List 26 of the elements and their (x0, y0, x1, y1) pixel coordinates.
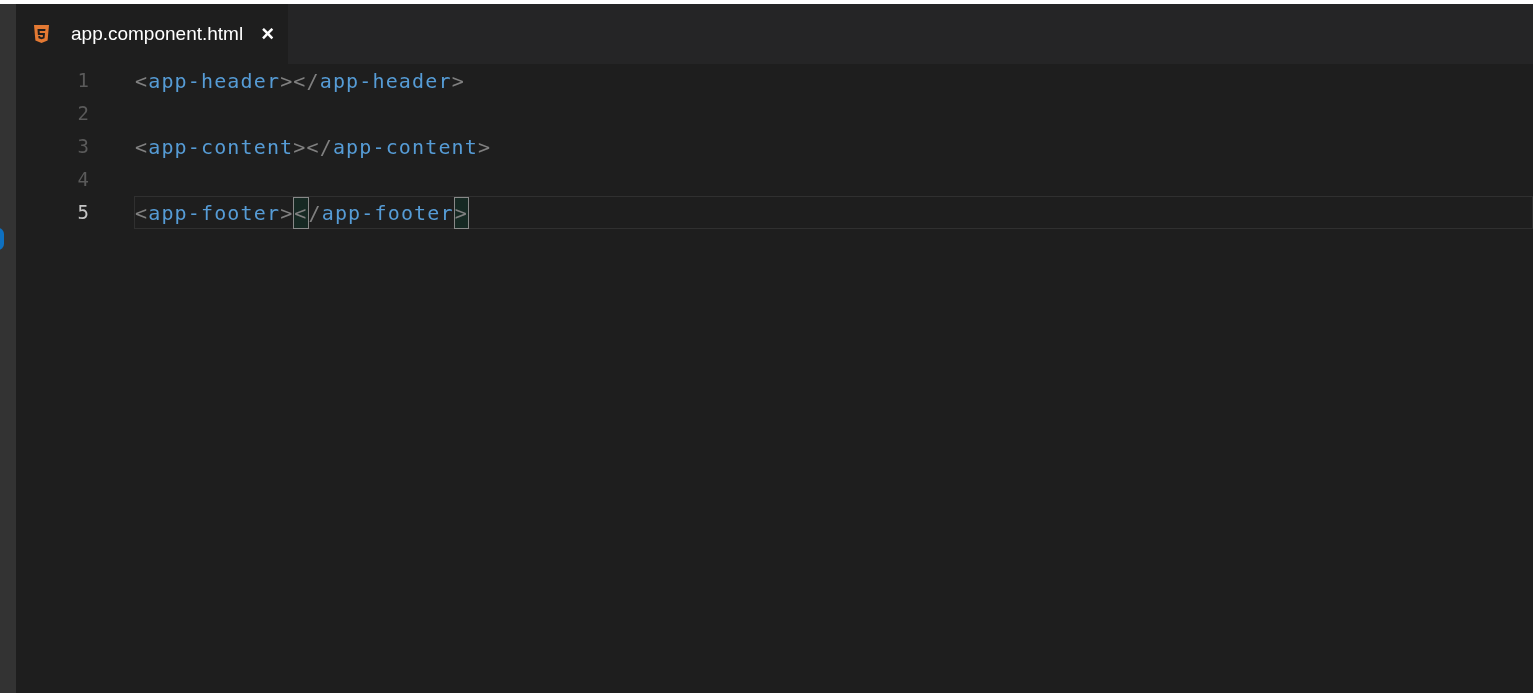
line-number: 5 (76, 200, 89, 226)
tag-name: app-content (148, 133, 294, 161)
line-number: 4 (76, 167, 89, 193)
line-number: 3 (76, 134, 89, 160)
bracket: ></ (280, 67, 320, 95)
tag-name: app-header (319, 67, 452, 95)
tag-name: app-header (148, 67, 281, 95)
bracket: > (280, 199, 294, 227)
bracket: > (478, 133, 492, 161)
html5-icon (33, 25, 50, 43)
editor-tab[interactable]: app.component.html × (16, 4, 289, 64)
bracket: < (135, 67, 149, 95)
tag-name: app-footer (148, 199, 281, 227)
bracket: < (135, 133, 149, 161)
tag-name: app-footer (321, 199, 454, 227)
tag-name: app-content (332, 133, 478, 161)
tab-label: app.component.html (71, 21, 244, 46)
bracket: < (135, 199, 149, 227)
bracket: / (308, 199, 322, 227)
close-button[interactable]: × (261, 23, 275, 45)
matched-bracket: < (293, 196, 309, 229)
line-number: 1 (76, 68, 89, 94)
matched-bracket: > (453, 196, 469, 229)
line-number: 2 (76, 101, 89, 127)
bracket: ></ (293, 133, 333, 161)
bracket: > (451, 67, 465, 95)
